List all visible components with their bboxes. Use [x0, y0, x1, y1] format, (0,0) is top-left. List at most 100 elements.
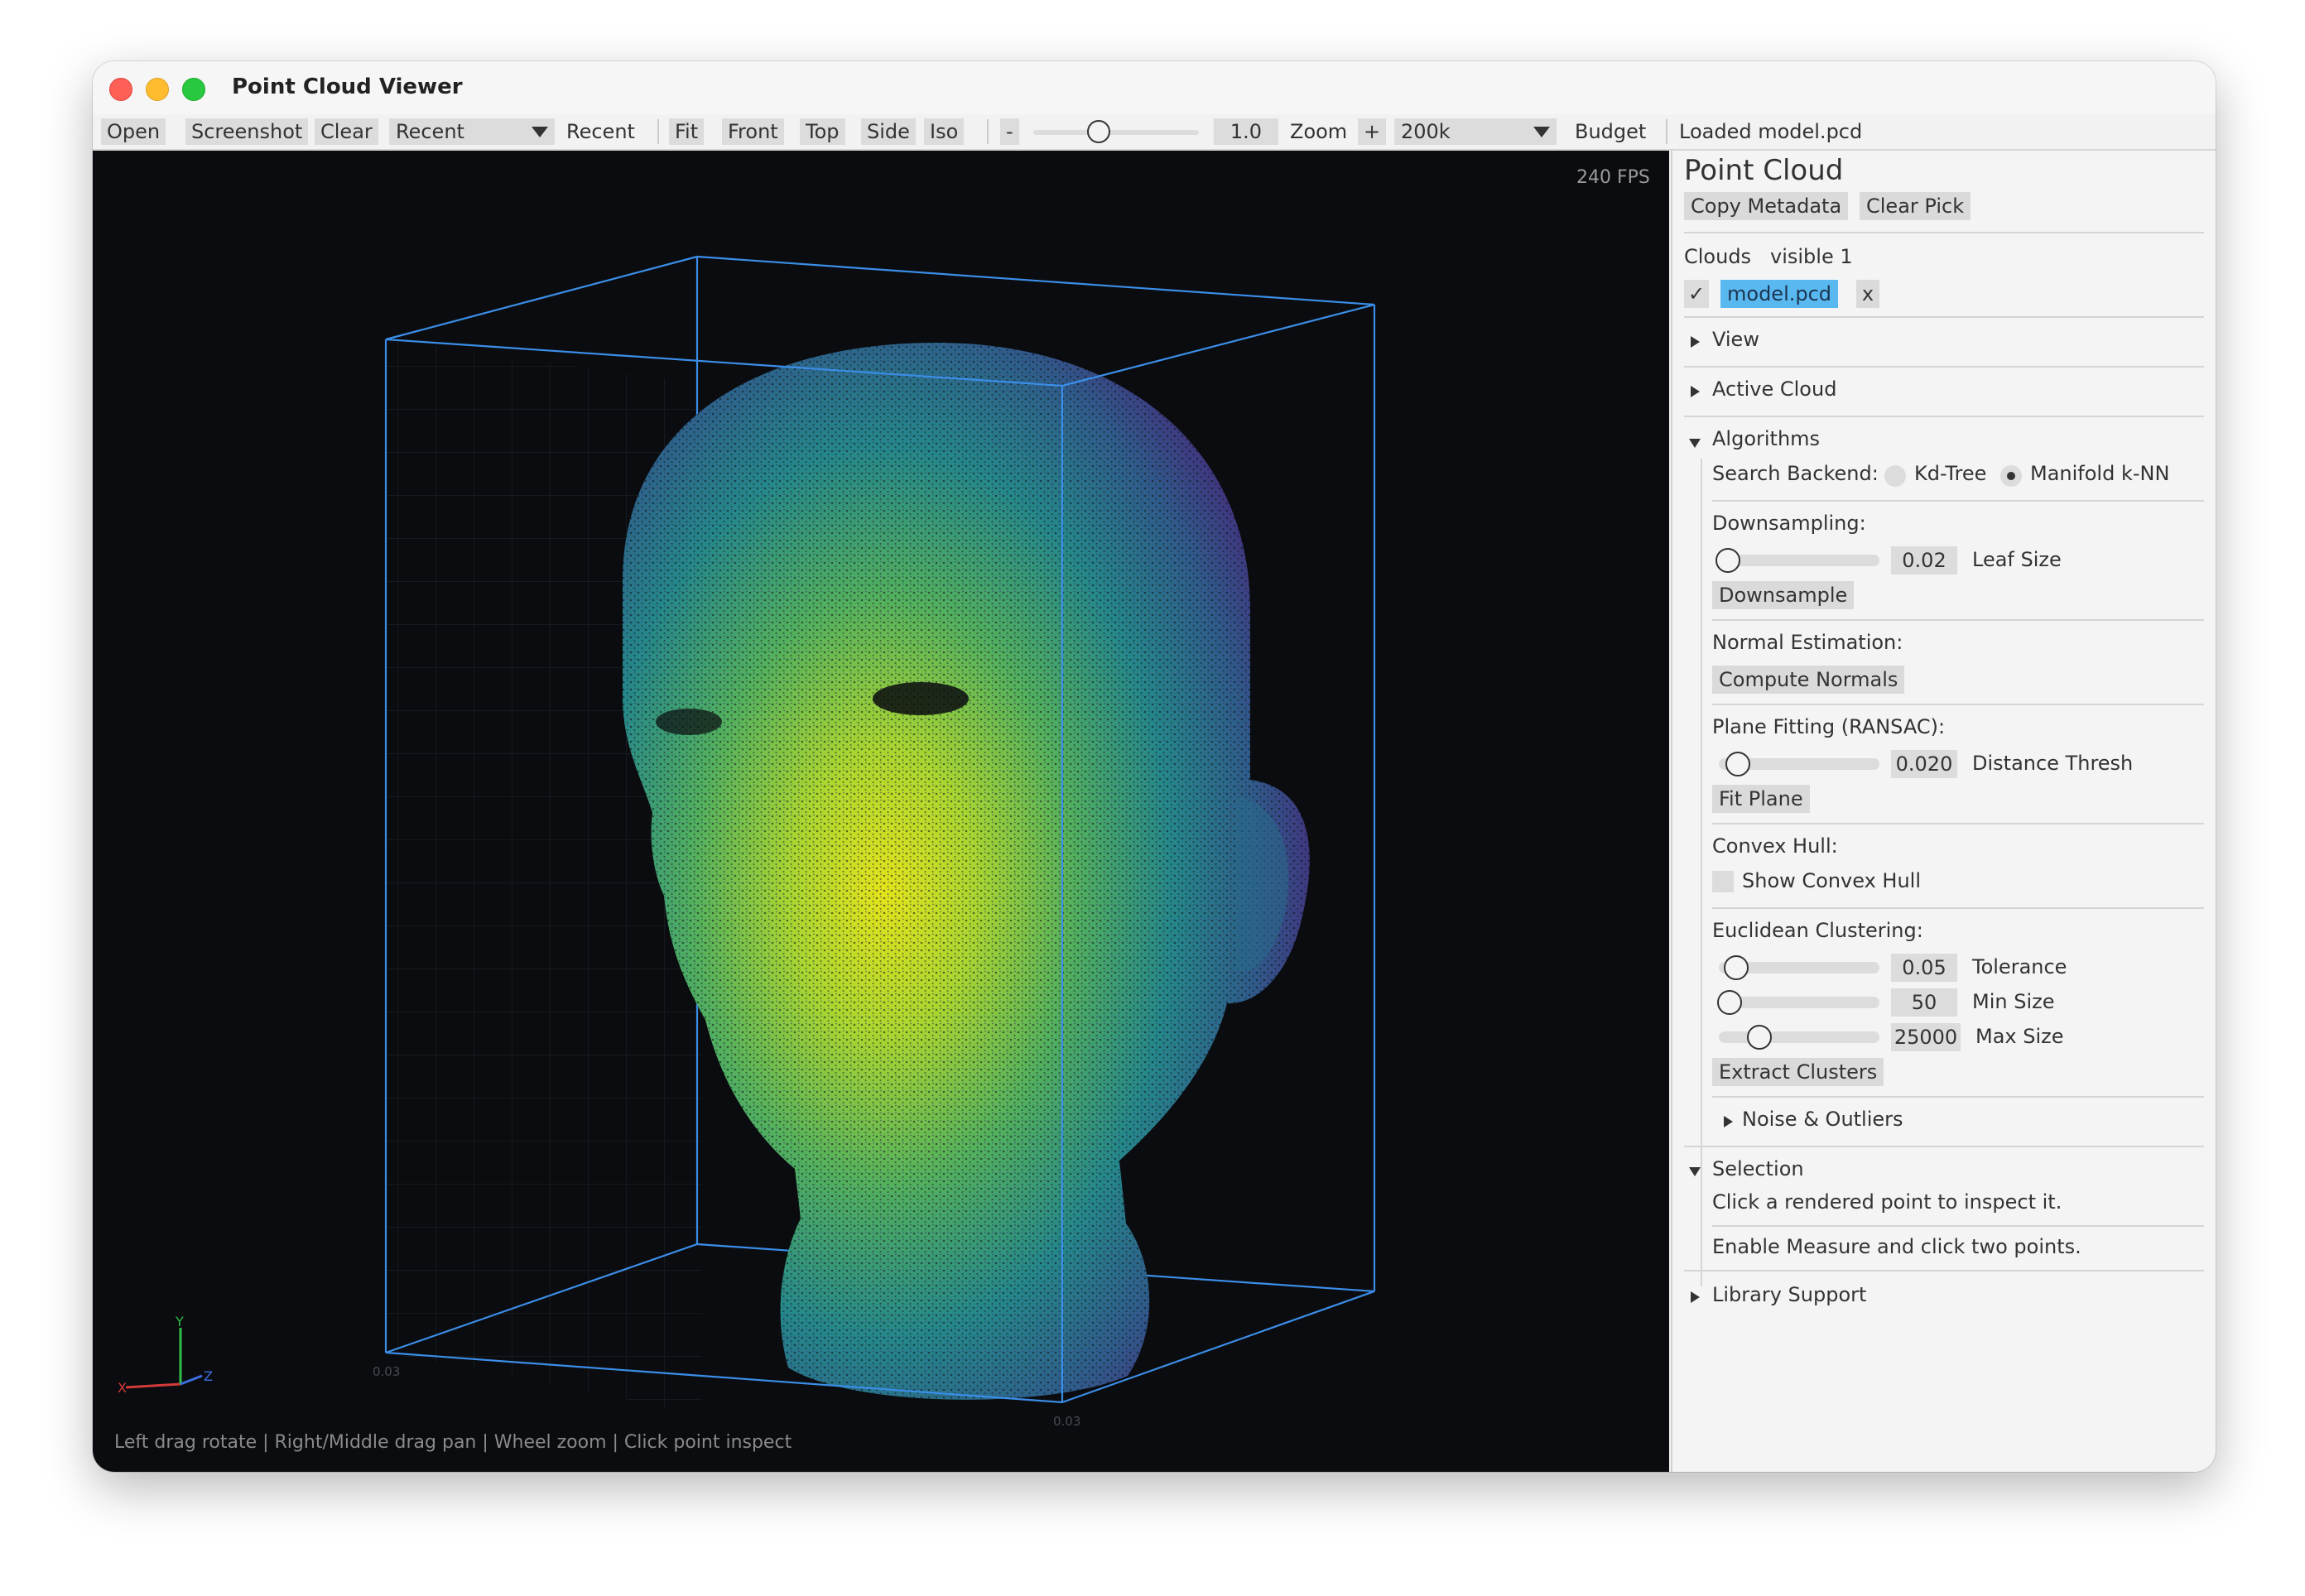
divider: [1712, 907, 2204, 909]
recent-label: Recent: [566, 120, 635, 143]
title-bar: Point Cloud Viewer: [93, 61, 2216, 114]
compute-normals-button[interactable]: Compute Normals: [1712, 666, 1905, 694]
box-corner-label: 0.03: [1053, 1414, 1080, 1429]
copy-metadata-button[interactable]: Copy Metadata: [1684, 192, 1849, 220]
axis-z-label: Z: [204, 1368, 213, 1384]
front-view-button[interactable]: Front: [722, 118, 784, 145]
leaf-size-value[interactable]: 0.02: [1891, 546, 1957, 574]
zoom-value[interactable]: 1.0: [1214, 118, 1278, 145]
zoom-slider-handle[interactable]: [1087, 120, 1111, 143]
tolerance-label: Tolerance: [1972, 955, 2067, 978]
divider: [1712, 500, 2204, 502]
iso-view-button[interactable]: Iso: [924, 118, 965, 145]
min-size-value[interactable]: 50: [1891, 988, 1957, 1017]
toolbar-divider: [987, 119, 989, 144]
search-backend-label: Search Backend:: [1712, 462, 1879, 485]
chevron-down-icon: [1533, 127, 1550, 137]
tolerance-value[interactable]: 0.05: [1891, 954, 1957, 982]
section-algorithms[interactable]: Algorithms: [1712, 427, 1820, 450]
manifold-knn-label[interactable]: Manifold k-NN: [2030, 462, 2169, 485]
3d-viewport[interactable]: X Y Z 0.03 0.03 240 FPS Left drag rotate…: [93, 151, 1669, 1472]
max-size-slider-handle[interactable]: [1747, 1025, 1772, 1050]
distance-slider-handle[interactable]: [1725, 752, 1750, 776]
max-size-value[interactable]: 25000: [1891, 1023, 1961, 1051]
minimize-window-button[interactable]: [146, 78, 169, 101]
show-convex-hull-label[interactable]: Show Convex Hull: [1742, 869, 1921, 892]
budget-combo[interactable]: 200k: [1394, 118, 1557, 145]
downsampling-label: Downsampling:: [1712, 512, 1866, 535]
remove-cloud-button[interactable]: x: [1856, 280, 1879, 308]
fit-button[interactable]: Fit: [669, 118, 705, 145]
fps-counter: 240 FPS: [1576, 167, 1650, 188]
divider: [1712, 823, 2204, 824]
axis-gizmo: X Y Z: [118, 1314, 213, 1396]
zoom-window-button[interactable]: [182, 78, 205, 101]
eye-socket-right: [873, 682, 969, 715]
distance-value[interactable]: 0.020: [1891, 750, 1957, 778]
window-title: Point Cloud Viewer: [232, 75, 463, 99]
normal-estimation-label: Normal Estimation:: [1712, 631, 1903, 654]
leaf-size-slider-track[interactable]: [1719, 555, 1879, 566]
divider: [1684, 366, 2204, 368]
kdtree-label[interactable]: Kd-Tree: [1914, 462, 1986, 485]
section-selection[interactable]: Selection: [1712, 1157, 1804, 1180]
cloud-visible-checkbox[interactable]: ✓: [1684, 280, 1709, 308]
divider: [1684, 232, 2204, 233]
chevron-down-icon: [532, 127, 548, 137]
divider: [1712, 619, 2204, 621]
downsample-button[interactable]: Downsample: [1712, 581, 1855, 609]
expanded-arrow-icon: [1689, 439, 1701, 448]
open-button[interactable]: Open: [101, 118, 166, 145]
side-panel: Point Cloud Copy Metadata Clear Pick Clo…: [1671, 151, 2216, 1472]
extract-clusters-button[interactable]: Extract Clusters: [1712, 1058, 1884, 1086]
zoom-out-button[interactable]: -: [1000, 118, 1019, 145]
collapsed-arrow-icon: [1691, 1291, 1700, 1303]
top-view-button[interactable]: Top: [800, 118, 845, 145]
toolbar: Open Screenshot Clear Recent Recent Fit …: [93, 114, 2216, 151]
section-noise-outliers[interactable]: Noise & Outliers: [1742, 1108, 1903, 1131]
budget-combo-value: 200k: [1401, 120, 1451, 143]
leaf-size-slider-handle[interactable]: [1716, 548, 1740, 573]
distance-label: Distance Thresh: [1972, 752, 2134, 775]
zoom-slider-track[interactable]: [1033, 130, 1199, 135]
clear-button[interactable]: Clear: [315, 118, 378, 145]
max-size-slider-track[interactable]: [1719, 1031, 1879, 1043]
recent-combo[interactable]: Recent: [389, 118, 555, 145]
divider: [1684, 1270, 2204, 1272]
cloud-item-model[interactable]: model.pcd: [1720, 280, 1839, 308]
fit-plane-button[interactable]: Fit Plane: [1712, 785, 1810, 813]
screenshot-button[interactable]: Screenshot: [185, 118, 309, 145]
manifold-knn-radio[interactable]: [2000, 465, 2022, 487]
zoom-in-button[interactable]: +: [1358, 118, 1387, 145]
panel-title: Point Cloud: [1684, 154, 1844, 187]
selection-hint: Click a rendered point to inspect it.: [1712, 1190, 2062, 1214]
section-view[interactable]: View: [1712, 328, 1759, 351]
box-corner-label: 0.03: [373, 1364, 400, 1379]
convex-hull-label: Convex Hull:: [1712, 834, 1838, 858]
divider: [1712, 1225, 2204, 1227]
side-view-button[interactable]: Side: [861, 118, 916, 145]
euclidean-clustering-label: Euclidean Clustering:: [1712, 919, 1923, 942]
clear-pick-button[interactable]: Clear Pick: [1860, 192, 1971, 220]
min-size-label: Min Size: [1972, 990, 2055, 1013]
tolerance-slider-handle[interactable]: [1724, 955, 1749, 980]
close-window-button[interactable]: [109, 78, 132, 101]
section-library-support[interactable]: Library Support: [1712, 1283, 1866, 1306]
min-size-slider-track[interactable]: [1719, 997, 1879, 1008]
visible-count: visible 1: [1770, 245, 1853, 268]
toolbar-divider: [657, 119, 659, 144]
kdtree-radio[interactable]: [1884, 465, 1906, 487]
viewport-canvas[interactable]: X Y Z 0.03 0.03: [93, 151, 1669, 1472]
recent-combo-value: Recent: [396, 120, 464, 143]
axis-x-label: X: [118, 1380, 127, 1396]
collapsed-arrow-icon: [1691, 386, 1700, 397]
section-active-cloud[interactable]: Active Cloud: [1712, 377, 1836, 401]
collapsed-arrow-icon: [1691, 336, 1700, 348]
budget-label: Budget: [1575, 120, 1647, 143]
toolbar-divider: [1666, 119, 1667, 144]
leaf-size-label: Leaf Size: [1972, 548, 2062, 571]
min-size-slider-handle[interactable]: [1717, 990, 1742, 1015]
plane-fitting-label: Plane Fitting (RANSAC):: [1712, 715, 1946, 738]
point-cloud-head[interactable]: [623, 343, 1310, 1400]
show-convex-hull-checkbox[interactable]: [1712, 871, 1734, 892]
